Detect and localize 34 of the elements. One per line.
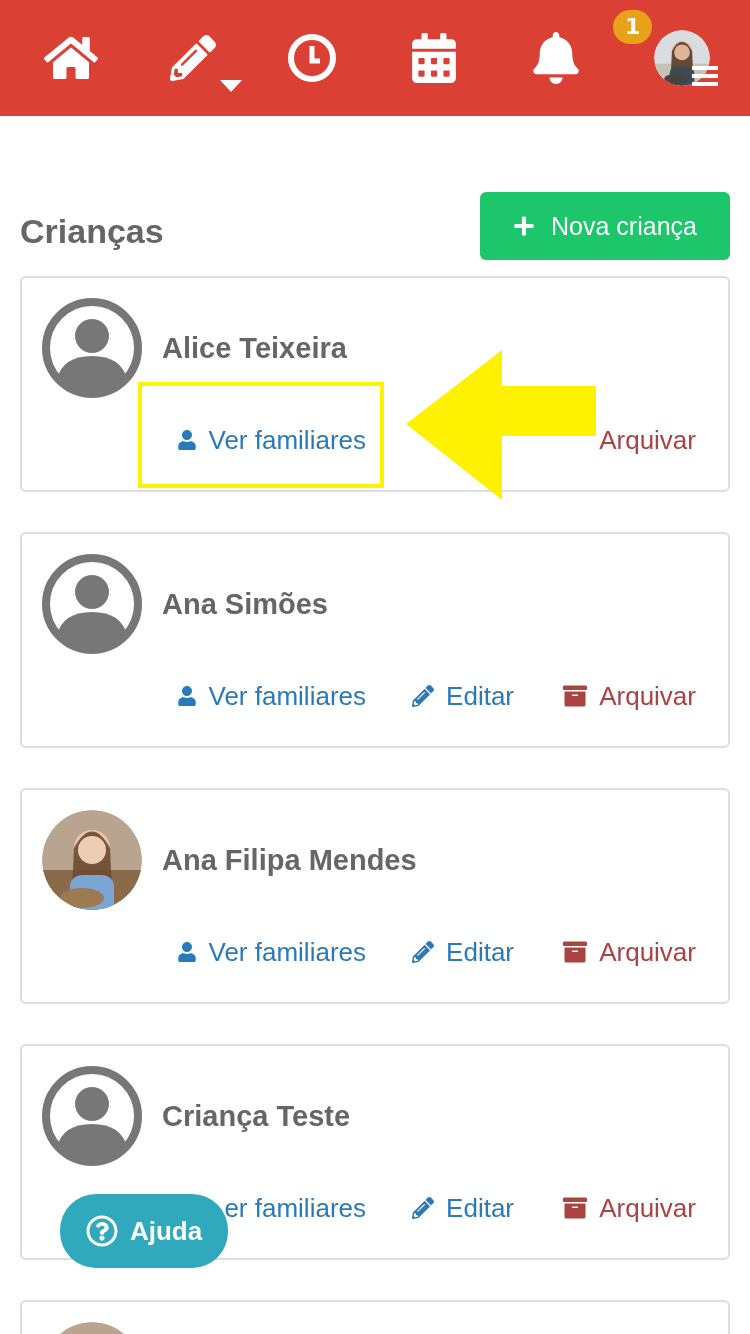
family-link[interactable]: Ver familiares (176, 680, 366, 712)
edit-link[interactable]: Editar (412, 680, 514, 712)
archive-box-icon (563, 940, 588, 964)
pencil-icon (412, 1197, 435, 1219)
person-icon (176, 686, 197, 706)
archive-link[interactable]: Arquivar (563, 936, 696, 968)
family-link[interactable]: Ver familiares (176, 936, 366, 968)
person-icon (176, 430, 197, 450)
child-name: Alice Teixeira (162, 331, 347, 365)
archive-box-icon (563, 1196, 588, 1220)
child-name: Ana Simões (162, 587, 328, 621)
question-icon (85, 1215, 118, 1247)
menu-icon[interactable] (691, 66, 718, 86)
child-name: Criança Teste (162, 1099, 351, 1133)
family-link[interactable]: Ver familiares (176, 424, 366, 456)
edit-link[interactable]: Editar (412, 1192, 514, 1224)
pencil-icon[interactable] (169, 35, 216, 81)
clock-icon[interactable] (287, 33, 338, 83)
avatar-placeholder-icon (42, 1066, 142, 1166)
archive-link[interactable]: Arquivar (599, 424, 696, 456)
page-title: Crianças (20, 212, 164, 251)
avatar-placeholder-icon (42, 554, 142, 654)
plus-icon (513, 215, 536, 237)
person-icon (176, 942, 197, 962)
pencil-icon (412, 941, 435, 963)
archive-link[interactable]: Arquivar (563, 680, 696, 712)
archive-box-icon (563, 684, 588, 708)
notification-badge: 1 (613, 10, 653, 44)
pencil-icon (412, 685, 435, 707)
child-name: Ana Filipa Mendes (162, 843, 417, 877)
edit-link[interactable]: Editar (412, 936, 514, 968)
caret-icon[interactable] (219, 80, 242, 92)
avatar-placeholder-icon (42, 298, 142, 398)
archive-link[interactable]: Arquivar (563, 1192, 696, 1224)
